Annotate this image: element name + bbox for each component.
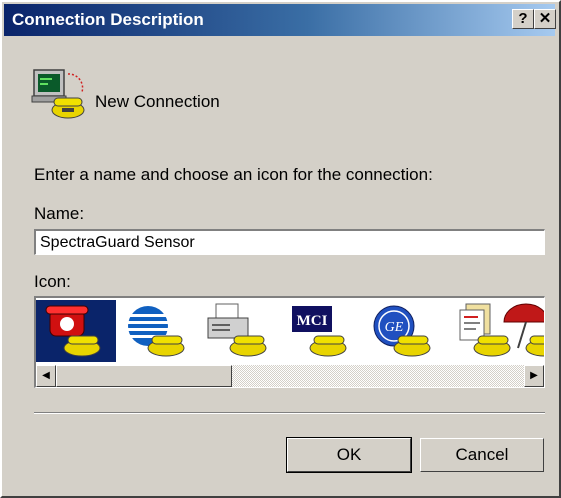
cancel-button[interactable]: Cancel: [420, 438, 544, 472]
scroll-right-button[interactable]: ▶: [524, 365, 544, 387]
icon-list[interactable]: MCI GE ◀ ▶: [34, 296, 545, 388]
icon-option-mci[interactable]: MCI: [282, 300, 362, 362]
icon-option-globe[interactable]: [118, 300, 198, 362]
name-input[interactable]: [34, 229, 545, 255]
icon-option-red-phone[interactable]: [36, 300, 116, 362]
fax-machine-icon: [207, 303, 267, 357]
new-connection-icon: [31, 69, 85, 119]
separator: [34, 412, 545, 414]
ge-logo-text: GE: [385, 320, 404, 335]
instructions-text: Enter a name and choose an icon for the …: [34, 165, 433, 184]
icon-option-fax[interactable]: [200, 300, 280, 362]
att-globe-icon: [128, 306, 185, 357]
close-button[interactable]: ✕: [534, 9, 556, 29]
title-bar[interactable]: Connection Description ? ✕: [4, 4, 556, 36]
red-phone-icon: [45, 305, 101, 357]
ok-button[interactable]: OK: [286, 437, 412, 473]
icon-option-ge[interactable]: GE: [364, 300, 444, 362]
scroll-left-button[interactable]: ◀: [36, 365, 56, 387]
ge-logo-icon: GE: [373, 305, 431, 357]
name-label: Name:: [34, 204, 85, 223]
connection-description-dialog: Connection Description ? ✕ New Connectio…: [0, 0, 561, 498]
icon-label: Icon:: [34, 272, 71, 291]
window-title: Connection Description: [12, 10, 204, 29]
umbrella-icon: [503, 303, 544, 357]
icon-option-umbrella[interactable]: [498, 300, 544, 362]
icon-list-horizontal-scrollbar[interactable]: ◀ ▶: [36, 365, 544, 387]
mci-logo-icon: MCI: [292, 306, 347, 357]
new-connection-label: New Connection: [95, 92, 220, 111]
help-button[interactable]: ?: [512, 9, 534, 29]
scrollbar-thumb[interactable]: [56, 365, 232, 387]
mci-logo-text: MCI: [297, 313, 328, 329]
